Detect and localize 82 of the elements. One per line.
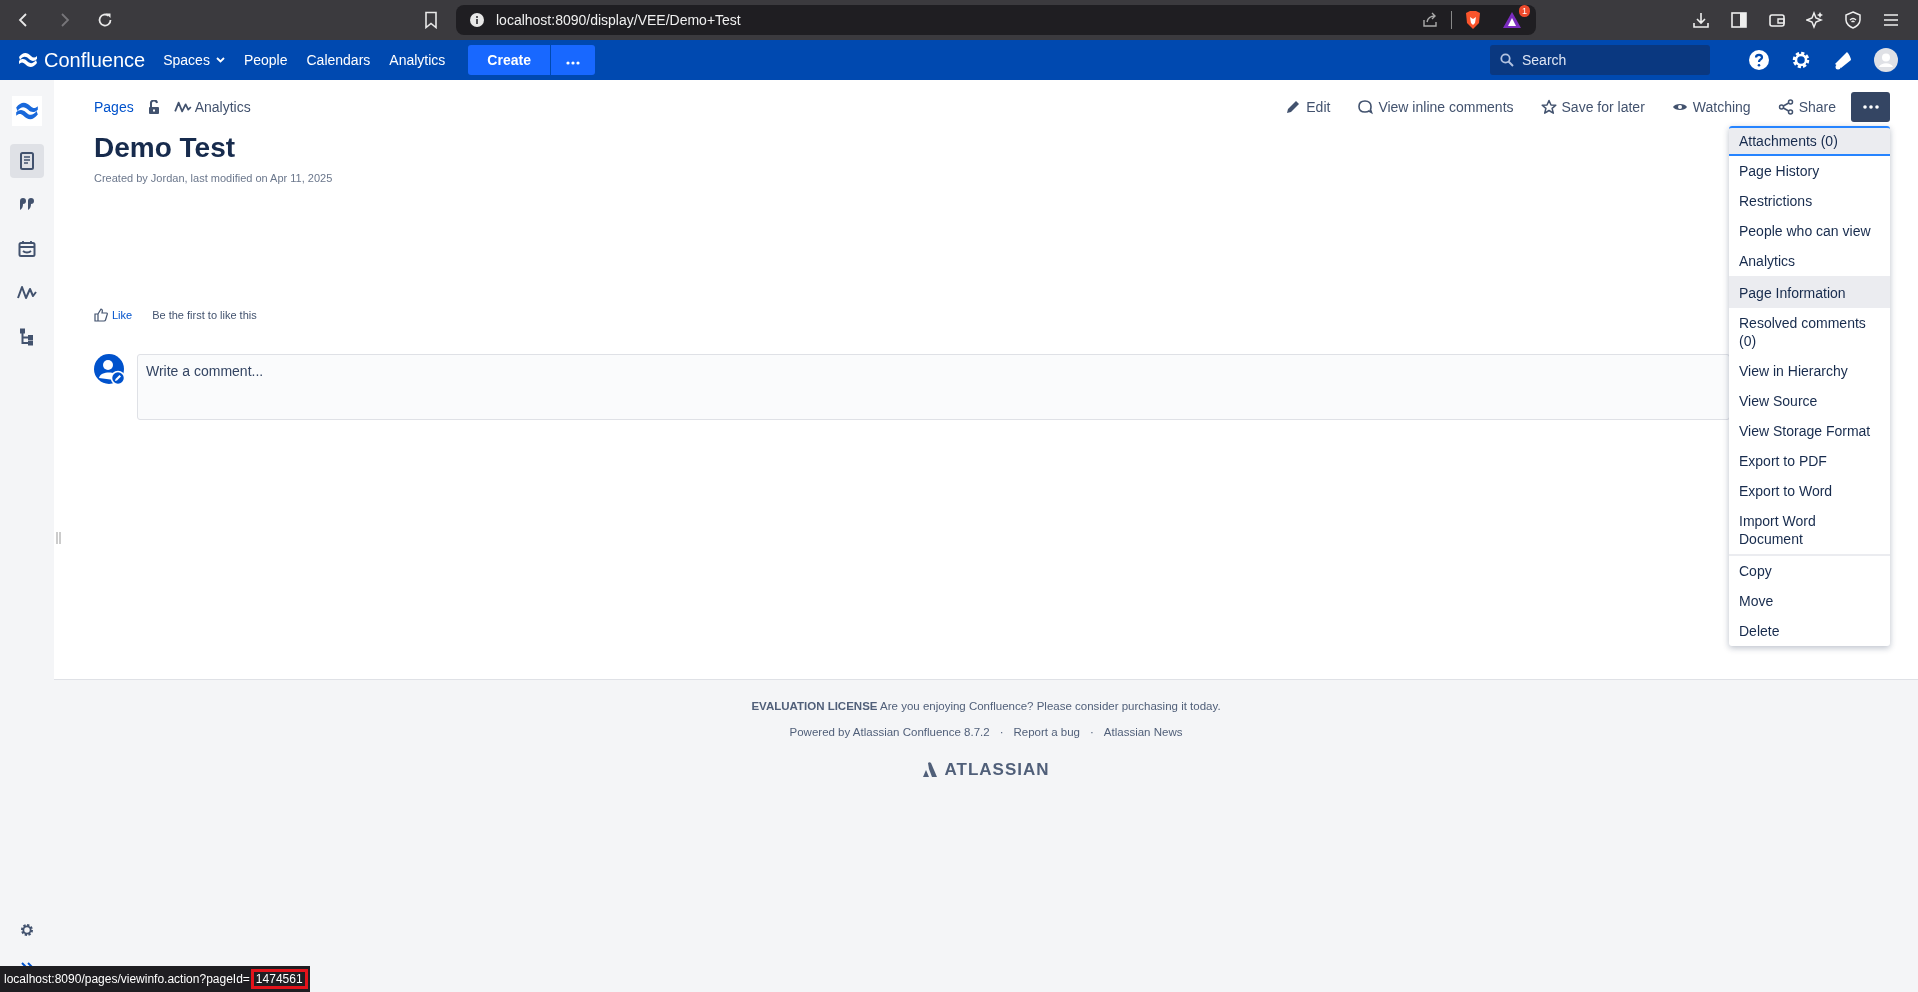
menu-item[interactable]: Page Information — [1729, 278, 1890, 308]
user-avatar-icon — [94, 354, 126, 386]
menu-item[interactable]: Attachments (0) — [1729, 126, 1890, 156]
avatar-icon[interactable] — [1874, 48, 1898, 72]
page-title: Demo Test — [94, 132, 236, 164]
menu-item[interactable]: Analytics — [1729, 246, 1890, 276]
page-byline: Created by Jordan, last modified on Apr 11, 2025 — [94, 172, 333, 184]
address-bar[interactable]: localhost:8090/display/VEE/Demo+Test 1 — [456, 5, 1536, 35]
info-icon[interactable] — [470, 13, 484, 27]
triangle-icon[interactable] — [1502, 11, 1522, 29]
create-button[interactable]: Create — [468, 45, 550, 75]
unlocked-icon[interactable] — [147, 100, 160, 114]
wallet-icon[interactable] — [1768, 11, 1786, 29]
menu-icon[interactable] — [1882, 11, 1900, 29]
shield-icon[interactable] — [1844, 11, 1862, 29]
confluence-icon — [18, 51, 38, 69]
analytics-icon — [173, 100, 192, 114]
atlassian-logo[interactable]: ATLASSIAN — [922, 760, 1050, 780]
caret-icon — [215, 57, 225, 63]
thumbs-up-icon — [94, 308, 108, 322]
comment-field[interactable]: Write a comment... — [137, 354, 1730, 420]
menu-item[interactable]: View Storage Format — [1729, 416, 1890, 446]
page-id: 1474561 — [250, 969, 308, 989]
menu-item[interactable]: Delete — [1729, 616, 1890, 646]
analytics-link[interactable]: Analytics — [173, 99, 251, 115]
menu-item[interactable]: Restrictions — [1729, 186, 1890, 216]
sidebar-icon[interactable] — [1730, 11, 1748, 29]
edit-button[interactable]: Edit — [1285, 99, 1331, 115]
calendar-icon — [17, 239, 37, 259]
watching-button[interactable]: Watching — [1671, 99, 1751, 115]
like-button[interactable]: Like — [94, 308, 133, 322]
save-for-later-button[interactable]: Save for later — [1540, 99, 1645, 115]
share-button[interactable]: Share — [1777, 99, 1836, 115]
pages-nav-item[interactable] — [10, 144, 44, 178]
footer-link[interactable]: Atlassian News — [1103, 726, 1183, 738]
confluence-logo-icon[interactable] — [12, 96, 42, 126]
menu-item[interactable]: People who can view — [1729, 216, 1890, 246]
search-field[interactable]: Search — [1490, 45, 1710, 75]
document-icon — [17, 151, 37, 171]
share-icon — [1777, 99, 1794, 115]
license-notice: EVALUATION LICENSE Are you enjoying Confluence? Please consider purchasing it today. — [751, 700, 1221, 712]
lion-shield-icon[interactable] — [1464, 10, 1482, 30]
nav-link[interactable]: Calendars — [306, 52, 371, 68]
more-actions-button[interactable] — [1851, 92, 1890, 122]
separator-dot: · — [1090, 726, 1094, 738]
menu-item[interactable]: Import Word Document — [1729, 506, 1890, 554]
inline-comments-button[interactable]: View inline comments — [1357, 99, 1514, 115]
pencil-icon — [1285, 99, 1302, 115]
ellipsis-icon — [1862, 105, 1879, 109]
footer-link[interactable]: Report a bug — [1013, 726, 1080, 738]
link-url: localhost:8090/pages/viewinfo.action?pageId= — [4, 972, 250, 986]
download-icon[interactable] — [1692, 11, 1710, 29]
menu-item[interactable]: Export to PDF — [1729, 446, 1890, 476]
nav-link[interactable]: People — [243, 52, 288, 68]
settings-icon[interactable] — [19, 922, 35, 938]
settings-icon[interactable] — [1790, 49, 1812, 71]
reload-icon[interactable] — [96, 11, 114, 29]
nav-link[interactable]: Analytics — [389, 52, 446, 68]
menu-item[interactable]: Copy — [1729, 556, 1890, 586]
bookmark-icon[interactable] — [424, 11, 438, 29]
menu-item[interactable]: Resolved comments (0) — [1729, 308, 1890, 356]
resize-handle-icon[interactable] — [56, 532, 61, 544]
nav-link[interactable]: Spaces — [163, 52, 225, 68]
menu-item[interactable]: View in Hierarchy — [1729, 356, 1890, 386]
sparkle-icon[interactable] — [1806, 11, 1824, 29]
star-icon — [1540, 99, 1557, 115]
ellipsis-icon — [565, 60, 580, 65]
help-icon[interactable] — [1748, 49, 1770, 71]
atlassian-icon — [922, 762, 939, 778]
notification-badge: 1 — [1519, 5, 1530, 17]
like-note: Be the first to like this — [152, 309, 257, 321]
breadcrumb-link[interactable]: Pages — [94, 99, 134, 115]
footer-link[interactable]: Powered by Atlassian Confluence 8.7.2 — [789, 726, 990, 738]
more-button[interactable] — [549, 45, 595, 75]
confluence-logo[interactable]: Confluence — [18, 48, 146, 72]
share-icon[interactable] — [1421, 11, 1439, 29]
separator-dot: · — [999, 726, 1004, 738]
menu-item[interactable]: Page History — [1729, 156, 1890, 186]
menu-item[interactable]: View Source — [1729, 386, 1890, 416]
menu-item[interactable]: Move — [1729, 586, 1890, 616]
menu-item[interactable]: Export to Word — [1729, 476, 1890, 506]
comment-icon — [1357, 99, 1374, 115]
